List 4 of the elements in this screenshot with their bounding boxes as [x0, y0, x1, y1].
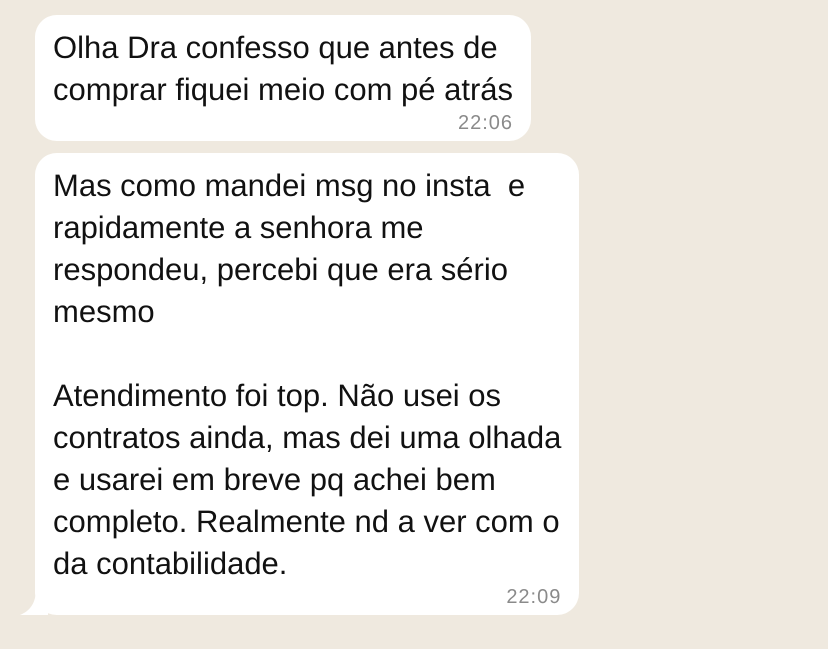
message-time: 22:09: [506, 585, 562, 609]
message-text: Mas como mandei msg no insta e rapidamente a senhora me respondeu, percebi que era sério mesmo Atendimento foi top. Não usei os contratos ainda, mas dei uma olhada e usarei em breve pq achei bem completo. Realmente nd a ver com o da contabilidade.: [53, 167, 562, 583]
message-text: Olha Dra confesso que antes de comprar fiquei meio com pé atrás: [53, 29, 514, 109]
message-time: 22:06: [458, 111, 514, 135]
